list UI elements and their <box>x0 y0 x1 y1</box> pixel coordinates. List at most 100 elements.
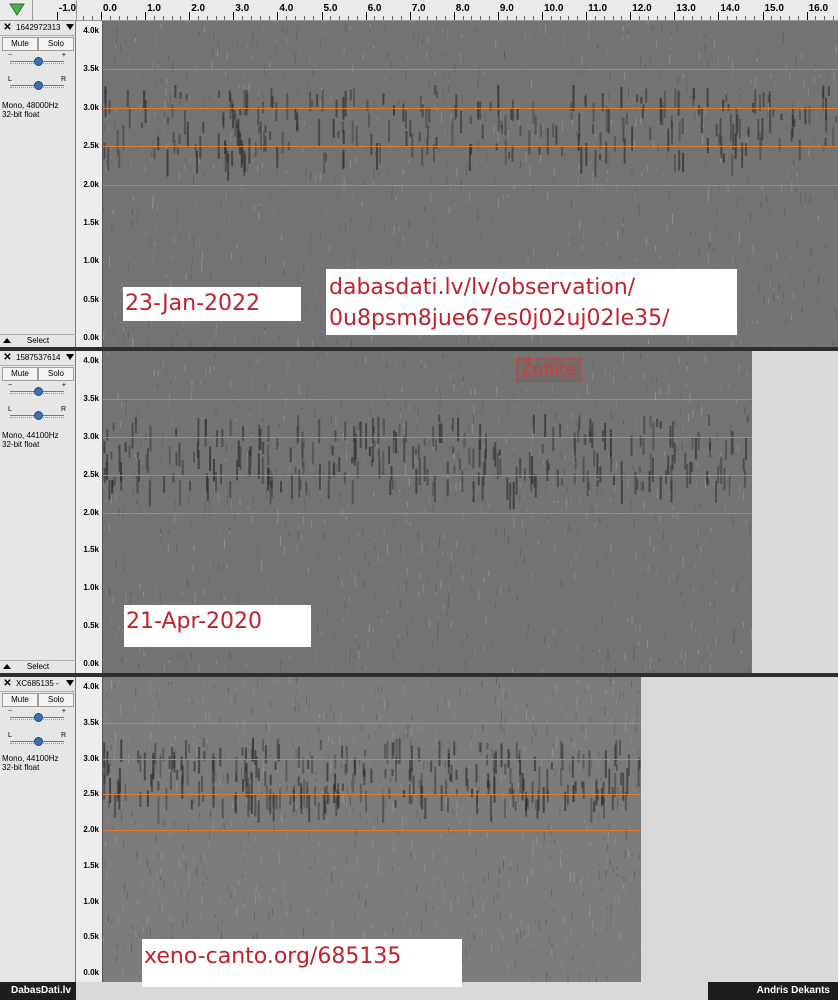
close-track-icon[interactable]: ✕ <box>2 352 13 364</box>
select-button[interactable]: Select <box>16 335 60 346</box>
ruler-minor-tick <box>400 16 402 20</box>
ruler-minor-tick <box>736 16 738 20</box>
track-menu-icon[interactable] <box>66 680 74 686</box>
gain-minus-label: − <box>8 382 13 389</box>
ruler-minor-tick <box>824 16 826 20</box>
ruler-minor-tick <box>444 16 446 20</box>
ruler-minor-tick <box>109 16 111 20</box>
pan-right-label: R <box>60 76 66 83</box>
ruler-minor-tick <box>224 16 226 20</box>
ruler-minor-tick <box>242 16 244 20</box>
solo-button[interactable]: Solo <box>38 693 74 707</box>
pan-knob[interactable] <box>34 411 43 420</box>
frequency-grid-line <box>103 830 641 831</box>
play-head-icon[interactable] <box>8 2 26 17</box>
timeline-ruler[interactable]: -1.0 0.0 1.0 2.0 3.0 4.0 5.0 6.0 7.0 8.0 9.0 10.0 11… <box>0 0 838 21</box>
ruler-minor-tick <box>418 16 420 20</box>
frequency-label: 0.0k <box>83 659 99 668</box>
mute-button[interactable]: Mute <box>2 367 38 381</box>
pan-right-label: R <box>60 732 66 739</box>
frequency-label: 1.5k <box>83 217 99 227</box>
ruler-minor-tick <box>215 16 217 20</box>
gain-slider[interactable]: − + <box>8 382 66 396</box>
frequency-label: 1.0k <box>83 583 99 593</box>
gain-plus-label: + <box>61 52 66 59</box>
solo-button[interactable]: Solo <box>38 367 74 381</box>
recording-date: 21-Apr-2020 <box>126 609 263 634</box>
ruler-minor-tick <box>153 16 155 20</box>
pan-slider[interactable]: L R <box>8 732 66 746</box>
ruler-major-tick <box>586 12 588 20</box>
ruler-tick-label: 2.0 <box>191 3 206 14</box>
collapse-track-icon[interactable] <box>3 664 11 669</box>
ruler-minor-tick <box>92 16 94 20</box>
ruler-major-tick <box>277 12 279 20</box>
ruler-major-tick <box>674 12 676 20</box>
track-title-bar[interactable]: ✕ XC685135 - <box>0 678 76 692</box>
ruler-tick-label: 8.0 <box>455 3 470 14</box>
track-title-bar[interactable]: ✕ 1587537614 <box>0 352 76 366</box>
mute-solo-row: Mute Solo <box>2 693 74 707</box>
frequency-label: 1.0k <box>83 896 99 906</box>
ruler-minor-tick <box>515 16 517 20</box>
select-row: Select <box>0 334 76 347</box>
frequency-label: 2.0k <box>83 507 99 517</box>
ruler-major-tick <box>101 12 102 20</box>
ruler-tick-label: 1.0 <box>147 3 161 14</box>
ruler-separator <box>76 0 77 20</box>
select-button[interactable]: Select <box>16 661 60 672</box>
frequency-grid-line <box>103 184 838 186</box>
pan-knob[interactable] <box>34 737 43 746</box>
pan-slider[interactable]: L R <box>8 76 66 90</box>
select-row: Select <box>0 660 76 673</box>
ruler-minor-tick <box>780 16 782 20</box>
pan-left-label: L <box>8 76 12 83</box>
bit-depth-text: 32-bit float <box>2 440 40 449</box>
ruler-minor-tick <box>480 16 482 20</box>
frequency-label: 1.5k <box>83 545 99 555</box>
frequency-label: 0.5k <box>83 932 99 942</box>
ruler-minor-tick <box>383 16 385 20</box>
ruler-minor-tick <box>489 16 491 20</box>
pan-knob[interactable] <box>34 81 43 90</box>
spectrogram[interactable] <box>103 677 641 982</box>
ruler-minor-tick <box>647 16 649 20</box>
track-name[interactable]: 1642972313 <box>16 23 66 32</box>
ruler-minor-tick <box>577 16 579 20</box>
ruler-minor-tick <box>506 16 508 20</box>
gain-knob[interactable] <box>34 57 43 66</box>
solo-button[interactable]: Solo <box>38 37 74 51</box>
gain-slider[interactable]: − + <box>8 708 66 722</box>
gain-knob[interactable] <box>34 387 43 396</box>
track-title-bar[interactable]: ✕ 1642972313 <box>0 22 76 36</box>
mute-button[interactable]: Mute <box>2 37 38 51</box>
gain-knob[interactable] <box>34 713 43 722</box>
close-track-icon[interactable]: ✕ <box>2 678 13 690</box>
track-menu-icon[interactable] <box>66 354 74 360</box>
ruler-minor-tick <box>612 16 614 20</box>
mute-button[interactable]: Mute <box>2 693 38 707</box>
collapse-track-icon[interactable] <box>3 338 11 343</box>
mute-solo-row: Mute Solo <box>2 37 74 51</box>
close-track-icon[interactable]: ✕ <box>2 22 13 34</box>
ruler-tick-label: 6.0 <box>367 3 382 14</box>
track-control-panel: ✕ XC685135 - Mute Solo − + L R Mono, 441… <box>0 677 76 982</box>
track-menu-icon[interactable] <box>66 24 74 30</box>
ruler-tick-label: 16.0 <box>808 3 829 14</box>
ruler-tick-label: 7.0 <box>411 3 426 14</box>
frequency-label: 0.5k <box>83 621 99 631</box>
frequency-label: 2.5k <box>83 469 99 479</box>
date-label-box: 23-Jan-2022 <box>123 287 301 321</box>
track-name[interactable]: XC685135 - <box>16 679 66 688</box>
gain-minus-label: − <box>8 52 13 59</box>
frequency-label: 0.5k <box>83 294 99 304</box>
gain-slider[interactable]: − + <box>8 52 66 66</box>
ruler-major-tick <box>453 12 455 20</box>
pan-slider[interactable]: L R <box>8 406 66 420</box>
track-name[interactable]: 1587537614 <box>16 353 66 362</box>
ruler-separator <box>32 0 33 20</box>
ruler-major-tick <box>321 12 323 20</box>
ruler-major-tick <box>762 12 764 20</box>
ruler-tick-label: 13.0 <box>676 3 696 14</box>
ruler-minor-tick <box>744 16 746 20</box>
